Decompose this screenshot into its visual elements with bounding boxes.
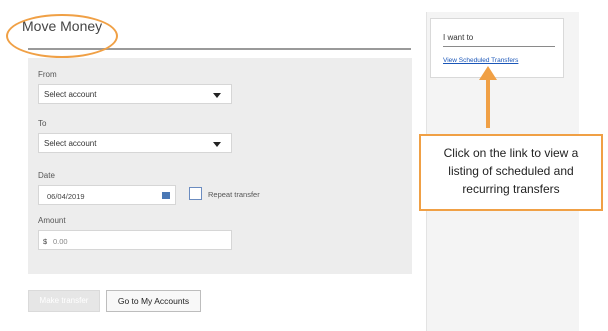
currency-symbol: $ [43, 237, 48, 246]
date-label: Date [38, 171, 55, 180]
from-account-value: Select account [44, 90, 97, 99]
callout-line: Click on the link to view a [443, 146, 579, 160]
view-scheduled-transfers-link[interactable]: View Scheduled Transfers [443, 57, 518, 64]
i-want-to-divider [443, 46, 555, 47]
callout-line: listing of scheduled and [448, 164, 574, 178]
to-label: To [38, 119, 47, 128]
to-account-value: Select account [44, 139, 97, 148]
repeat-transfer-label: Repeat transfer [208, 190, 260, 199]
amount-value: 0.00 [53, 237, 68, 246]
annotation-callout: Click on the link to view a listing of s… [419, 134, 603, 211]
repeat-transfer-checkbox[interactable] [189, 187, 202, 200]
chevron-down-icon [213, 93, 221, 98]
calendar-icon[interactable] [162, 192, 170, 199]
go-to-accounts-button[interactable]: Go to My Accounts [106, 290, 201, 312]
from-account-select[interactable]: Select account [38, 84, 232, 104]
to-account-select[interactable]: Select account [38, 133, 232, 153]
i-want-to-panel: I want to View Scheduled Transfers [430, 18, 564, 78]
main-content: Move Money From Select account To Select… [0, 0, 420, 331]
i-want-to-title: I want to [443, 33, 474, 42]
title-highlight-ellipse [6, 14, 118, 58]
date-field[interactable]: 06/04/2019 [38, 185, 176, 205]
amount-field[interactable]: $ 0.00 [38, 230, 232, 250]
date-value: 06/04/2019 [47, 192, 85, 201]
make-transfer-button[interactable]: Make transfer [28, 290, 100, 312]
from-label: From [38, 70, 57, 79]
arrow-shaft [486, 80, 490, 128]
amount-label: Amount [38, 216, 66, 225]
callout-line: recurring transfers [462, 182, 560, 196]
chevron-down-icon [213, 142, 221, 147]
arrow-up-icon [479, 66, 497, 80]
